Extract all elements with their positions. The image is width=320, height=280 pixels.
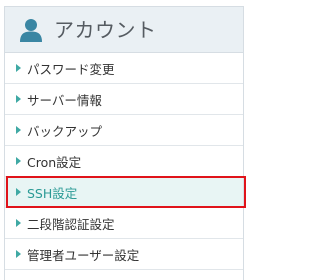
account-menu-title: アカウント	[54, 17, 157, 42]
menu-item-backup[interactable]: バックアップ	[5, 115, 243, 146]
menu-item-label: 管理者ユーザー設定	[27, 247, 140, 263]
account-menu-header: アカウント	[5, 7, 243, 53]
menu-item-cron-settings[interactable]: Cron設定	[5, 146, 243, 177]
menu-item-label: サーバー情報	[27, 92, 102, 108]
caret-right-icon	[16, 188, 21, 196]
caret-right-icon	[16, 219, 21, 227]
menu-item-server-info[interactable]: サーバー情報	[5, 84, 243, 115]
caret-right-icon	[16, 64, 21, 72]
menu-item-password-change[interactable]: パスワード変更	[5, 53, 243, 84]
menu-item-label: SSH設定	[27, 185, 78, 201]
account-menu-list: パスワード変更 サーバー情報 バックアップ Cron設定 SSH設定 二段階認証…	[5, 53, 246, 270]
menu-item-label: バックアップ	[27, 123, 103, 139]
caret-right-icon	[16, 157, 21, 165]
caret-right-icon	[16, 250, 21, 258]
menu-item-label: パスワード変更	[27, 61, 115, 77]
menu-item-label: Cron設定	[27, 154, 82, 170]
caret-right-icon	[16, 126, 21, 134]
menu-item-admin-user-settings[interactable]: 管理者ユーザー設定	[5, 239, 243, 270]
caret-right-icon	[16, 95, 21, 103]
menu-item-two-factor-auth[interactable]: 二段階認証設定	[5, 208, 243, 239]
menu-item-ssh-settings[interactable]: SSH設定	[5, 176, 246, 208]
menu-item-label: 二段階認証設定	[27, 216, 115, 232]
user-icon	[20, 18, 42, 42]
account-menu-panel: アカウント パスワード変更 サーバー情報 バックアップ Cron設定 SSH設定…	[4, 6, 246, 280]
